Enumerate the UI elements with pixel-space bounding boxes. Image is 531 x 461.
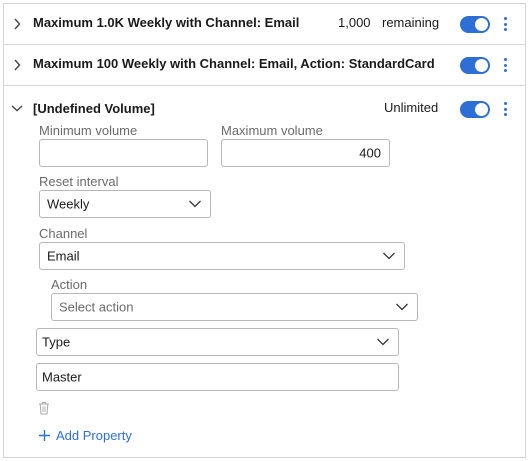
min-volume-label: Minimum volume bbox=[39, 123, 138, 138]
channel-label: Channel bbox=[39, 226, 88, 241]
remaining-count: 1,000 bbox=[338, 15, 371, 30]
rule-row-2[interactable]: Maximum 100 Weekly with Channel: Email, … bbox=[4, 45, 525, 85]
max-volume-label: Maximum volume bbox=[221, 123, 323, 138]
add-property-label: Add Property bbox=[56, 428, 132, 443]
chevron-down-icon bbox=[189, 200, 201, 208]
reset-interval-value: Weekly bbox=[47, 196, 90, 212]
master-value: Master bbox=[42, 369, 82, 385]
channel-value: Email bbox=[47, 248, 80, 264]
chevron-down-icon bbox=[396, 303, 408, 311]
volume-status: Unlimited bbox=[384, 100, 439, 115]
add-property-button[interactable]: Add Property bbox=[38, 428, 132, 443]
rule-title: Maximum 1.0K Weekly with Channel: Email bbox=[33, 15, 300, 30]
rules-panel: Maximum 1.0K Weekly with Channel: Email … bbox=[3, 3, 526, 458]
chevron-down-icon[interactable] bbox=[10, 101, 24, 115]
kebab-menu-icon[interactable] bbox=[500, 16, 510, 32]
remaining-label: remaining bbox=[382, 15, 440, 30]
kebab-menu-icon[interactable] bbox=[500, 101, 510, 117]
rule-enabled-toggle[interactable] bbox=[460, 101, 490, 118]
type-value: Type bbox=[42, 334, 71, 350]
chevron-down-icon bbox=[383, 252, 395, 260]
master-input[interactable]: Master bbox=[36, 363, 399, 391]
action-label: Action bbox=[51, 277, 88, 292]
rule-title: Maximum 100 Weekly with Channel: Email, … bbox=[33, 56, 435, 71]
action-placeholder: Select action bbox=[59, 299, 134, 315]
max-volume-value: 400 bbox=[359, 145, 381, 161]
rule-title: [Undefined Volume] bbox=[33, 101, 155, 116]
action-select[interactable]: Select action bbox=[51, 293, 418, 321]
max-volume-input[interactable]: 400 bbox=[221, 139, 390, 167]
rule-row-3[interactable]: [Undefined Volume] Unlimited bbox=[4, 86, 525, 126]
type-select[interactable]: Type bbox=[36, 328, 399, 356]
chevron-right-icon[interactable] bbox=[10, 17, 24, 31]
plus-icon bbox=[39, 430, 50, 441]
trash-icon[interactable] bbox=[38, 401, 50, 415]
reset-interval-select[interactable]: Weekly bbox=[39, 190, 211, 218]
channel-select[interactable]: Email bbox=[39, 242, 405, 270]
chevron-right-icon[interactable] bbox=[10, 58, 24, 72]
rule-row-1[interactable]: Maximum 1.0K Weekly with Channel: Email … bbox=[4, 4, 525, 44]
reset-interval-label: Reset interval bbox=[39, 174, 119, 189]
kebab-menu-icon[interactable] bbox=[500, 57, 510, 73]
rule-enabled-toggle[interactable] bbox=[460, 16, 490, 33]
chevron-down-icon bbox=[377, 338, 389, 346]
rule-enabled-toggle[interactable] bbox=[460, 57, 490, 74]
min-volume-input[interactable] bbox=[39, 139, 208, 167]
